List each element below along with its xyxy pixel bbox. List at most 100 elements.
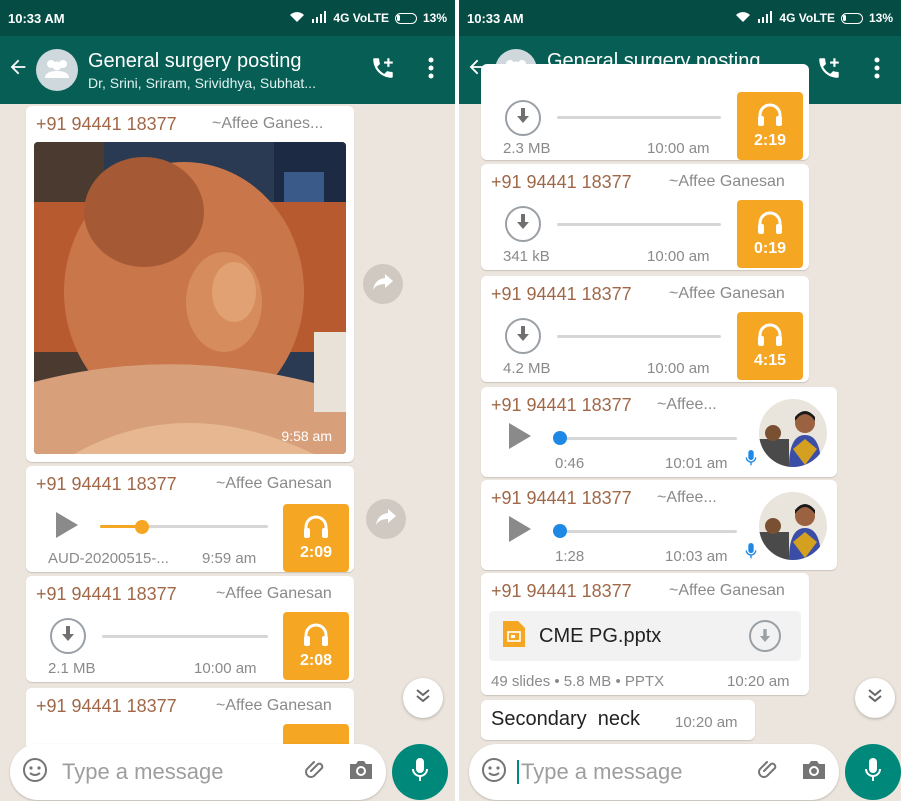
audio-progress-track bbox=[557, 116, 721, 119]
status-indicators: 4G VoLTE 13% bbox=[735, 10, 893, 26]
headphones-icon bbox=[303, 515, 329, 544]
audio-message[interactable]: +91 94441 18377 ~Affee Ganesan 341 kB 10… bbox=[481, 164, 809, 270]
document-card[interactable]: CME PG.pptx bbox=[489, 611, 801, 661]
voice-progress-knob[interactable] bbox=[553, 431, 567, 445]
download-button[interactable] bbox=[749, 620, 781, 652]
battery-icon bbox=[394, 12, 417, 24]
audio-message[interactable]: +91 94441 18377 ~Affee Ganesan 4.2 MB 10… bbox=[481, 276, 809, 382]
photo-image[interactable]: 9:58 am bbox=[34, 142, 346, 454]
audio-message[interactable]: 2.3 MB 10:00 am 2:19 bbox=[481, 64, 809, 160]
message-time: 10:20 am bbox=[675, 714, 738, 731]
sender-phone: +91 94441 18377 bbox=[491, 395, 632, 415]
group-avatar[interactable] bbox=[36, 49, 78, 91]
message-time: 10:01 am bbox=[665, 455, 728, 472]
mic-icon bbox=[745, 542, 757, 565]
more-vert-icon bbox=[874, 57, 880, 84]
audio-duration: 2:09 bbox=[299, 543, 333, 561]
headphones-icon bbox=[757, 103, 783, 132]
audio-progress-track bbox=[557, 223, 721, 226]
sender-avatar[interactable] bbox=[759, 492, 827, 560]
message-input[interactable]: Type a message bbox=[521, 759, 757, 785]
document-message[interactable]: +91 94441 18377 ~Affee Ganesan CME PG.pp… bbox=[481, 573, 809, 695]
audio-progress-knob[interactable] bbox=[135, 520, 149, 534]
more-options-button[interactable] bbox=[853, 36, 901, 104]
audio-message[interactable]: +91 94441 18377 ~Affee Ganesan 2.1 MB 10… bbox=[26, 576, 354, 682]
pptx-file-icon bbox=[503, 620, 525, 652]
camera-icon[interactable] bbox=[348, 759, 374, 786]
message-composer[interactable]: Type a message bbox=[469, 744, 839, 800]
back-button[interactable] bbox=[0, 36, 36, 104]
voice-message[interactable]: +91 94441 18377 ~Affee... 1:28 10:03 am bbox=[481, 480, 837, 570]
chat-title: General surgery posting bbox=[88, 49, 302, 72]
forward-button[interactable] bbox=[363, 264, 403, 304]
download-button[interactable] bbox=[505, 100, 541, 136]
document-filename: CME PG.pptx bbox=[539, 624, 662, 647]
download-button[interactable] bbox=[505, 206, 541, 242]
chat-header: General surgery posting Dr, Srini, Srira… bbox=[0, 36, 455, 104]
add-call-button[interactable] bbox=[805, 36, 853, 104]
file-size: 2.1 MB bbox=[48, 660, 96, 677]
message-composer[interactable]: Type a message bbox=[10, 744, 386, 800]
mic-button[interactable] bbox=[845, 744, 901, 800]
status-indicators: 4G VoLTE 13% bbox=[289, 10, 447, 26]
camera-icon[interactable] bbox=[801, 759, 827, 786]
audio-progress-track[interactable] bbox=[100, 525, 268, 528]
audio-filename: AUD-20200515-... bbox=[48, 550, 169, 567]
play-icon[interactable] bbox=[509, 516, 531, 542]
audio-thumbnail: 2:19 bbox=[737, 92, 803, 160]
sender-alias: ~Affee Ganesan bbox=[216, 475, 332, 492]
play-icon[interactable] bbox=[509, 423, 531, 449]
wifi-icon bbox=[735, 11, 751, 26]
file-size: 4.2 MB bbox=[503, 360, 551, 377]
voice-message[interactable]: +91 94441 18377 ~Affee... 0:46 10:01 am bbox=[481, 387, 837, 477]
status-time: 10:33 AM bbox=[467, 10, 524, 26]
photo-message[interactable]: +91 94441 18377 ~Affee Ganes... 9:58 am bbox=[26, 106, 354, 462]
voice-progress-track[interactable] bbox=[557, 530, 737, 533]
status-bar: 10:33 AM 4G VoLTE 13% bbox=[0, 0, 455, 36]
text-message[interactable]: Secondary neck 10:20 am bbox=[481, 700, 755, 740]
sender-alias: ~Affee Ganesan bbox=[669, 582, 785, 599]
group-avatar-icon bbox=[43, 58, 71, 83]
more-vert-icon bbox=[428, 57, 434, 84]
sender-phone: +91 94441 18377 bbox=[491, 581, 632, 601]
chat-participants: Dr, Srini, Sriram, Srividhya, Subhat... bbox=[88, 74, 316, 91]
audio-duration: 2:19 bbox=[753, 131, 787, 149]
chat-area: +91 94441 18377 ~Affee Ganes... 9:58 am … bbox=[0, 104, 455, 801]
more-options-button[interactable] bbox=[407, 36, 455, 104]
emoji-icon[interactable] bbox=[481, 757, 507, 788]
audio-message[interactable]: +91 94441 18377 ~Affee Ganesan AUD-20200… bbox=[26, 466, 354, 572]
sender-alias: ~Affee Ganesan bbox=[669, 285, 785, 302]
headphones-icon bbox=[757, 323, 783, 352]
chat-title-area[interactable]: General surgery posting Dr, Srini, Srira… bbox=[88, 50, 359, 91]
attach-icon[interactable] bbox=[304, 758, 328, 787]
audio-thumbnail: 0:19 bbox=[737, 200, 803, 268]
network-label: 4G VoLTE bbox=[333, 11, 389, 25]
sender-phone: +91 94441 18377 bbox=[36, 696, 177, 716]
sender-alias: ~Affee... bbox=[657, 396, 717, 413]
scroll-down-button[interactable] bbox=[855, 678, 895, 718]
sender-avatar[interactable] bbox=[759, 399, 827, 467]
message-time: 10:00 am bbox=[194, 660, 257, 677]
voice-progress-track[interactable] bbox=[557, 437, 737, 440]
back-arrow-icon bbox=[7, 56, 29, 85]
attach-icon[interactable] bbox=[757, 758, 781, 787]
headphones-icon bbox=[303, 623, 329, 652]
voice-progress-knob[interactable] bbox=[553, 524, 567, 538]
right-phone-screen: 10:33 AM 4G VoLTE 13% General surgery po… bbox=[459, 0, 901, 801]
sender-alias: ~Affee Ganesan bbox=[216, 697, 332, 714]
emoji-icon[interactable] bbox=[22, 757, 48, 788]
signal-icon bbox=[311, 10, 327, 26]
mic-button[interactable] bbox=[392, 744, 448, 800]
download-button[interactable] bbox=[50, 618, 86, 654]
scroll-down-icon bbox=[415, 688, 431, 708]
play-icon[interactable] bbox=[56, 512, 78, 538]
sender-phone: +91 94441 18377 bbox=[491, 284, 632, 304]
message-input[interactable]: Type a message bbox=[62, 759, 304, 785]
network-label: 4G VoLTE bbox=[779, 11, 835, 25]
download-button[interactable] bbox=[505, 318, 541, 354]
forward-button[interactable] bbox=[366, 499, 406, 539]
download-icon bbox=[516, 107, 530, 129]
scroll-down-button[interactable] bbox=[403, 678, 443, 718]
add-call-button[interactable] bbox=[359, 36, 407, 104]
add-call-icon bbox=[816, 55, 842, 86]
